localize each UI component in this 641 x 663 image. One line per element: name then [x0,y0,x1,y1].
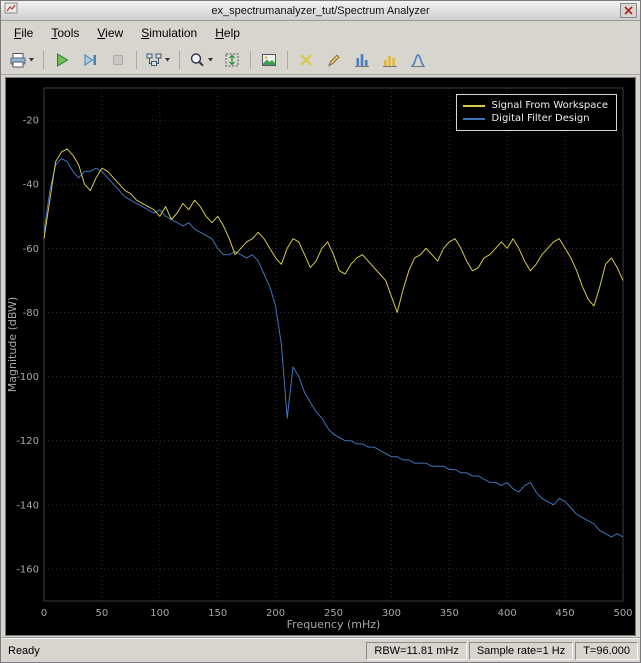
legend-item-signal-from-workspace: Signal From Workspace [463,100,608,111]
status-ready: Ready [8,644,40,657]
signal-statistics-button[interactable] [321,48,347,72]
menu-help[interactable]: Help [206,23,249,43]
simulation-settings-icon [146,53,162,66]
legend-line-yellow [463,104,486,107]
svg-text:150: 150 [208,608,227,619]
svg-text:450: 450 [556,608,575,619]
svg-text:0: 0 [41,608,47,619]
menubar: File Tools View Simulation Help [1,21,640,45]
legend-label: Digital Filter Design [491,113,590,124]
close-button[interactable] [620,3,637,18]
chart-area: 0 50 100 150 200 250 300 350 400 450 500 -20 -40 -60-… [5,77,636,636]
legend-label: Signal From Workspace [491,100,608,111]
menu-view[interactable]: View [88,23,132,43]
spectrum-analyzer-window: ex_spectrumanalyzer_tut/Spectrum Analyze… [0,0,641,663]
svg-text:500: 500 [613,608,632,619]
distortion-measurements-icon [383,55,397,67]
window-title: ex_spectrumanalyzer_tut/Spectrum Analyze… [211,4,430,17]
svg-text:400: 400 [498,608,517,619]
run-button[interactable] [49,48,75,72]
svg-text:-40: -40 [23,180,39,191]
status-rbw: RBW=11.81 mHz [366,641,467,660]
dropdown-caret-icon [29,58,34,62]
peak-finder-icon [355,53,369,67]
zoom-icon [190,52,204,66]
legend-line-blue [463,117,486,120]
svg-text:-120: -120 [16,436,39,447]
svg-text:-80: -80 [23,308,39,319]
stop-button [105,48,131,72]
fit-to-view-button[interactable] [219,48,245,72]
menu-tools[interactable]: Tools [42,23,88,43]
distortion-measurements-button[interactable] [377,48,403,72]
svg-text:200: 200 [266,608,285,619]
close-icon [624,6,633,15]
snapshot-icon [262,53,276,66]
toolbar-separator [136,50,137,69]
step-forward-button[interactable] [77,48,103,72]
print-icon [10,52,26,67]
spectrum-plot[interactable]: 0 50 100 150 200 250 300 350 400 450 500-20-40-60-… [6,78,635,635]
menu-simulation[interactable]: Simulation [132,23,206,43]
svg-text:100: 100 [150,608,169,619]
svg-text:300: 300 [382,608,401,619]
svg-text:Frequency (mHz): Frequency (mHz) [287,618,381,631]
run-icon [57,52,69,67]
toolbar [1,45,640,75]
legend-item-digital-filter-design: Digital Filter Design [463,113,608,124]
signal-statistics-icon [328,53,340,67]
svg-text:50: 50 [96,608,109,619]
ccdf-measurements-button[interactable] [405,48,431,72]
svg-text:-60: -60 [23,244,39,255]
svg-text:-100: -100 [16,372,39,383]
ccdf-measurements-icon [411,53,425,67]
titlebar[interactable]: ex_spectrumanalyzer_tut/Spectrum Analyze… [1,1,640,21]
svg-text:Magnitude (dBW): Magnitude (dBW) [6,297,19,392]
menu-file[interactable]: File [5,23,42,43]
toolbar-separator [250,50,251,69]
cursor-measurements-icon [300,53,312,66]
peak-finder-button[interactable] [349,48,375,72]
stop-icon [113,54,123,65]
toolbar-separator [179,50,180,69]
toolbar-separator [287,50,288,69]
dropdown-caret-icon [208,58,213,62]
svg-text:-160: -160 [16,564,39,575]
svg-text:-20: -20 [23,116,39,127]
fit-to-view-icon [225,53,239,66]
zoom-button[interactable] [185,48,217,72]
print-button[interactable] [6,48,38,72]
dropdown-caret-icon [165,58,170,62]
toolbar-separator [43,50,44,69]
svg-text:350: 350 [440,608,459,619]
status-time: T=96.000 [575,641,638,660]
simulation-settings-button[interactable] [142,48,174,72]
legend: Signal From Workspace Digital Filter Des… [456,94,617,131]
step-forward-icon [84,53,96,66]
snapshot-button[interactable] [256,48,282,72]
status-sample-rate: Sample rate=1 Hz [468,641,574,660]
cursor-measurements-button[interactable] [293,48,319,72]
svg-text:-140: -140 [16,500,39,511]
statusbar: Ready RBW=11.81 mHz Sample rate=1 Hz T=9… [1,638,640,662]
